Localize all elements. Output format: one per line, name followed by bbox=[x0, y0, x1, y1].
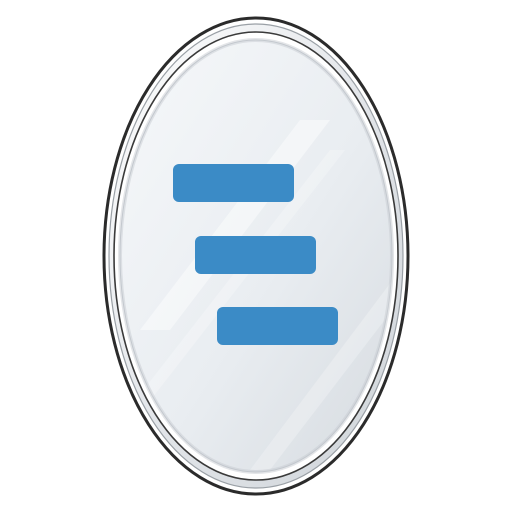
oval-mirror-icon bbox=[102, 16, 410, 496]
top-bar bbox=[173, 164, 294, 202]
middle-bar bbox=[195, 236, 316, 274]
bottom-bar bbox=[217, 307, 338, 345]
app-icon-canvas bbox=[0, 0, 512, 512]
